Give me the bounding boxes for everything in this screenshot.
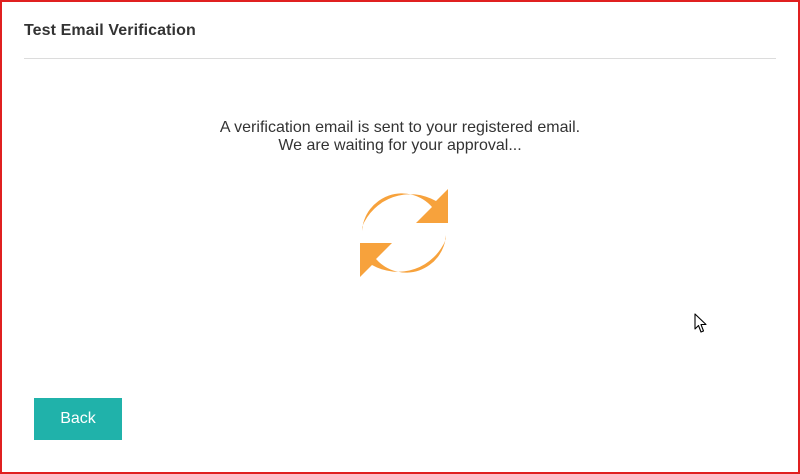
dialog-title: Test Email Verification bbox=[24, 22, 196, 39]
verification-message: A verification email is sent to your reg… bbox=[2, 119, 798, 155]
dialog-header: Test Email Verification bbox=[24, 2, 776, 59]
refresh-icon bbox=[360, 189, 448, 277]
message-line-2: We are waiting for your approval... bbox=[278, 137, 522, 154]
back-button[interactable]: Back bbox=[34, 398, 122, 440]
mouse-cursor-icon bbox=[694, 313, 707, 333]
verification-dialog: Test Email Verification A verification e… bbox=[0, 0, 800, 474]
message-line-1: A verification email is sent to your reg… bbox=[219, 119, 581, 136]
